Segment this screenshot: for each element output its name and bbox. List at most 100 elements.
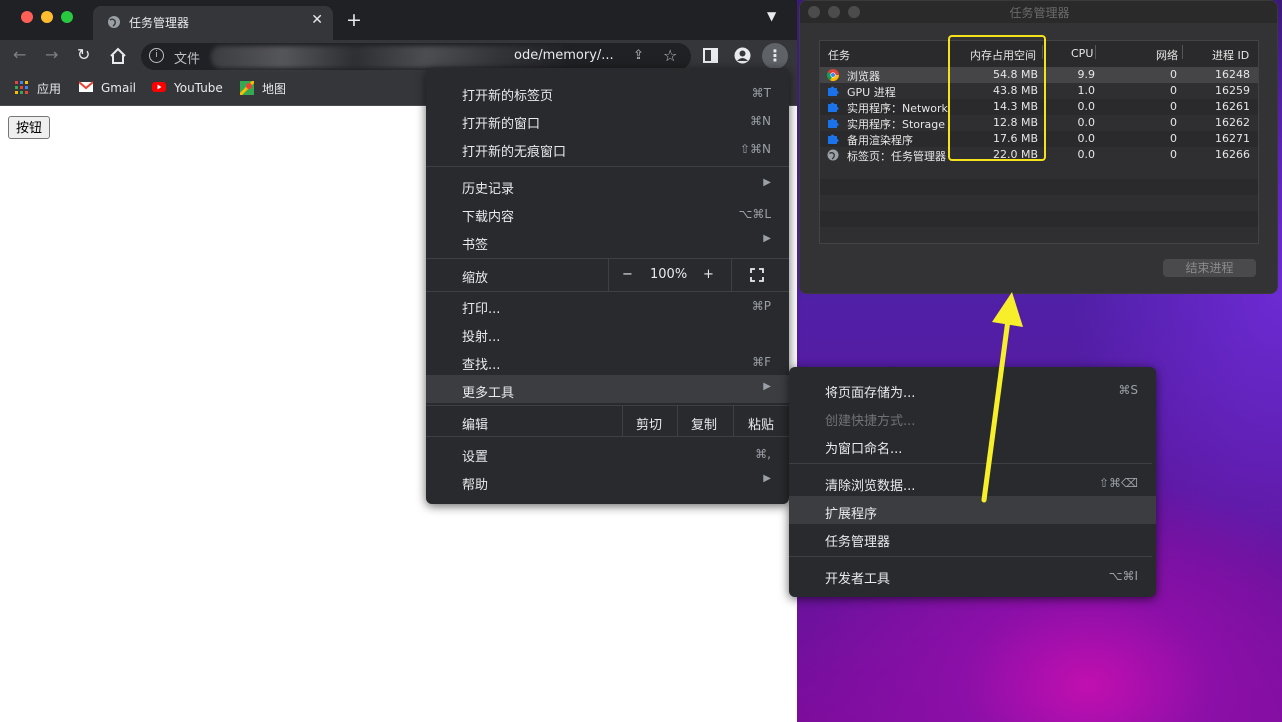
menu-item-find[interactable]: 查找... ⌘F — [426, 347, 789, 375]
close-window-button[interactable] — [21, 11, 33, 23]
info-icon[interactable]: i — [149, 48, 164, 63]
menu-item-shortcut: ⌘F — [752, 355, 771, 369]
back-arrow-icon[interactable]: ← — [13, 45, 26, 65]
cell-network: 0 — [1170, 68, 1177, 81]
menu-item-label: 将页面存储为... — [825, 386, 916, 401]
cell-network: 0 — [1170, 132, 1177, 145]
tab-strip: 任务管理器 ✕ + ▼ — [0, 0, 797, 40]
table-row[interactable]: 实用程序：Network 14.3 MB 0.0 0 16261 — [820, 99, 1258, 115]
table-row[interactable]: 标签页：任务管理器 22.0 MB 0.0 0 16266 — [820, 147, 1258, 163]
menu-item-new-tab[interactable]: 打开新的标签页 ⌘T — [426, 78, 789, 106]
end-process-button[interactable]: 结束进程 — [1163, 259, 1256, 277]
bookmark-apps[interactable]: 应用 — [15, 80, 61, 97]
column-header-cpu[interactable]: CPU — [1071, 47, 1093, 60]
cell-task: 实用程序：Storage — [847, 118, 946, 131]
puzzle-icon — [828, 134, 839, 144]
cell-network: 0 — [1170, 100, 1177, 113]
menu-vertical-separator — [731, 259, 732, 291]
menu-item-label: 查找... — [462, 358, 501, 373]
bookmark-label: 应用 — [37, 82, 62, 96]
column-header-pid[interactable]: 进程 ID — [1212, 47, 1249, 63]
cell-memory: 14.3 MB — [992, 100, 1038, 113]
reload-icon[interactable]: ↻ — [77, 45, 90, 65]
menu-item-cast[interactable]: 投射... — [426, 319, 789, 347]
empty-row — [820, 195, 1258, 211]
table-row[interactable]: 备用渲染程序 17.6 MB 0.0 0 16271 — [820, 131, 1258, 147]
page-button[interactable]: 按钮 — [8, 116, 51, 139]
copy-button[interactable]: 复制 — [691, 414, 717, 433]
menu-separator — [426, 166, 789, 167]
paste-button[interactable]: 粘贴 — [748, 414, 774, 433]
table-row[interactable]: 实用程序：Storage 12.8 MB 0.0 0 16262 — [820, 115, 1258, 131]
column-header-memory[interactable]: 内存占用空间 — [970, 47, 1036, 63]
minimize-window-button[interactable] — [41, 11, 53, 23]
column-header-task[interactable]: 任务 — [828, 47, 850, 63]
menu-vertical-separator — [622, 406, 623, 436]
menu-item-name-window[interactable]: 为窗口命名... — [789, 431, 1156, 459]
menu-item-incognito[interactable]: 打开新的无痕窗口 ⇧⌘N — [426, 134, 789, 162]
menu-item-bookmarks[interactable]: 书签 ▶ — [426, 227, 789, 255]
menu-item-label: 为窗口命名... — [825, 442, 903, 457]
menu-item-shortcut: ⌥⌘I — [1108, 569, 1138, 583]
menu-item-save-page[interactable]: 将页面存储为... ⌘S — [789, 375, 1156, 403]
column-header-network[interactable]: 网络 — [1156, 47, 1178, 63]
menu-item-task-manager[interactable]: 任务管理器 — [789, 524, 1156, 552]
cell-pid: 16248 — [1215, 68, 1250, 81]
menu-item-history[interactable]: 历史记录 ▶ — [426, 171, 789, 199]
share-icon[interactable]: ⇪ — [633, 48, 644, 63]
chevron-right-icon: ▶ — [763, 177, 771, 188]
cell-task: 备用渲染程序 — [847, 134, 913, 147]
menu-item-help[interactable]: 帮助 ▶ — [426, 467, 789, 495]
forward-arrow-icon[interactable]: → — [45, 45, 58, 65]
menu-item-shortcut: ⌘N — [750, 114, 771, 128]
address-scheme-label: 文件 — [174, 52, 201, 67]
empty-row — [820, 163, 1258, 179]
tab-task-manager[interactable]: 任务管理器 ✕ — [93, 6, 333, 40]
chevron-down-icon[interactable]: ▼ — [767, 9, 776, 23]
menu-item-dev-tools[interactable]: 开发者工具 ⌥⌘I — [789, 561, 1156, 589]
profile-icon[interactable] — [734, 47, 751, 64]
bookmark-gmail[interactable]: Gmail — [79, 80, 136, 95]
menu-item-more-tools[interactable]: 更多工具 ▶ — [426, 375, 789, 403]
menu-item-downloads[interactable]: 下载内容 ⌥⌘L — [426, 199, 789, 227]
menu-item-shortcut: ⌘P — [751, 299, 771, 313]
address-url-text: ode/memory/... — [514, 48, 614, 63]
menu-item-label: 更多工具 — [462, 386, 515, 401]
chrome-menu-button[interactable]: ⋮ — [762, 43, 788, 69]
table-row[interactable]: GPU 进程 43.8 MB 1.0 0 16259 — [820, 83, 1258, 99]
close-tab-icon[interactable]: ✕ — [311, 12, 323, 28]
address-bar[interactable]: i 文件 ode/memory/... ⇪ ☆ — [141, 43, 691, 70]
menu-item-shortcut: ⌘, — [755, 447, 771, 461]
cell-task: 标签页：任务管理器 — [847, 150, 946, 163]
menu-item-extensions[interactable]: 扩展程序 — [789, 496, 1156, 524]
cut-button[interactable]: 剪切 — [636, 414, 662, 433]
menu-item-label: 投射... — [462, 330, 501, 345]
fullscreen-icon[interactable] — [750, 268, 764, 282]
menu-item-label: 帮助 — [462, 478, 489, 493]
side-panel-icon[interactable] — [703, 48, 718, 63]
cell-memory: 12.8 MB — [992, 116, 1038, 129]
home-icon[interactable] — [109, 47, 127, 65]
cell-memory: 43.8 MB — [992, 84, 1038, 97]
chevron-right-icon: ▶ — [763, 381, 771, 392]
menu-item-new-window[interactable]: 打开新的窗口 ⌘N — [426, 106, 789, 134]
table-row[interactable]: 浏览器 54.8 MB 9.9 0 16248 — [820, 67, 1258, 83]
new-tab-button[interactable]: + — [346, 9, 362, 31]
zoom-out-button[interactable]: − — [622, 267, 633, 282]
menu-item-settings[interactable]: 设置 ⌘, — [426, 439, 789, 467]
cell-cpu: 1.0 — [1077, 84, 1096, 97]
empty-row — [820, 211, 1258, 227]
menu-item-shortcut: ⇧⌘⌫ — [1098, 476, 1138, 490]
bookmark-star-icon[interactable]: ☆ — [663, 46, 677, 65]
menu-item-label: 打开新的标签页 — [462, 89, 554, 104]
zoom-in-button[interactable]: + — [703, 267, 714, 282]
bookmark-youtube[interactable]: YouTube — [152, 80, 223, 95]
chrome-icon — [827, 69, 839, 81]
menu-item-shortcut: ⌘T — [751, 86, 771, 100]
menu-item-print[interactable]: 打印... ⌘P — [426, 291, 789, 319]
menu-vertical-separator — [733, 406, 734, 436]
zoom-window-button[interactable] — [61, 11, 73, 23]
bookmark-maps[interactable]: 地图 — [240, 80, 286, 97]
menu-item-clear-data[interactable]: 清除浏览数据... ⇧⌘⌫ — [789, 468, 1156, 496]
cell-pid: 16261 — [1215, 100, 1250, 113]
